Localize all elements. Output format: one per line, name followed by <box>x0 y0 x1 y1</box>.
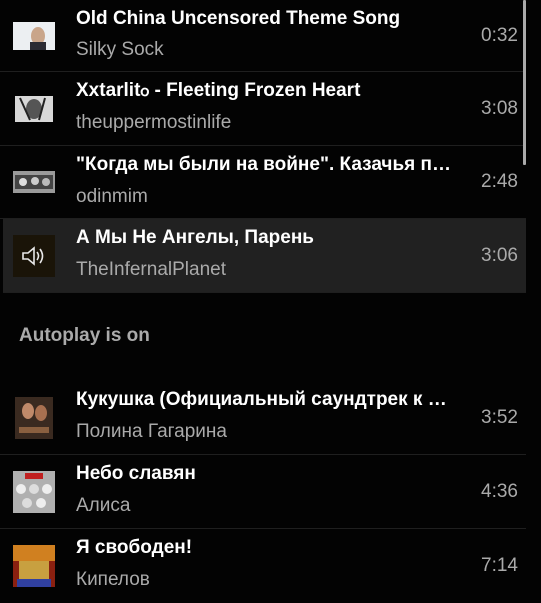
up-next-list: Old China Uncensored Theme Song Silky So… <box>0 0 530 603</box>
queue-item-title: "Когда мы были на войне". Казачья песня <box>76 154 451 175</box>
video-thumbnail <box>15 396 53 439</box>
queue-item-artist: theuppermostinlife <box>76 112 232 133</box>
queue-item-title: Old China Uncensored Theme Song <box>76 8 401 29</box>
queue-item-title: А Мы Не Ангелы, Парень <box>76 227 314 248</box>
queue-item-artist: odinmim <box>76 186 148 207</box>
autoplay-item-title: Небо славян <box>76 463 196 484</box>
autoplay-section-header: Autoplay is on <box>0 293 530 381</box>
queue-item-now-playing[interactable]: А Мы Не Ангелы, Парень TheInfernalPlanet… <box>3 219 526 293</box>
video-thumbnail <box>15 95 53 122</box>
video-thumbnail <box>13 470 55 513</box>
autoplay-item-duration: 4:36 <box>481 480 518 502</box>
queue-item-duration: 0:32 <box>481 24 518 46</box>
speaker-icon <box>13 235 55 277</box>
autoplay-item-artist: Полина Гагарина <box>76 421 227 442</box>
queue-item-duration: 2:48 <box>481 171 518 192</box>
queue-item-duration: 3:06 <box>481 244 518 266</box>
autoplay-item[interactable]: Кукушка (Официальный саундтрек к фильму)… <box>0 381 526 455</box>
autoplay-item[interactable]: Небо славян Алиса 4:36 <box>0 455 526 529</box>
queue-item-duration: 3:08 <box>481 97 518 119</box>
autoplay-item-artist: Кипелов <box>76 569 150 590</box>
video-thumbnail <box>13 545 55 587</box>
video-thumbnail <box>13 171 55 193</box>
autoplay-item-duration: 7:14 <box>481 555 518 576</box>
autoplay-item-artist: Алиса <box>76 495 131 516</box>
queue-item-artist: Silky Sock <box>76 39 164 60</box>
queue-item[interactable]: Xxtarlitჿ - Fleeting Frozen Heart theupp… <box>0 72 526 146</box>
queue-item[interactable]: "Когда мы были на войне". Казачья песня … <box>0 146 526 219</box>
queue-item-artist: TheInfernalPlanet <box>76 259 226 280</box>
scrollbar-thumb[interactable] <box>523 0 526 165</box>
autoplay-label: Autoplay is on <box>19 325 150 346</box>
queue-item[interactable]: Old China Uncensored Theme Song Silky So… <box>0 0 526 72</box>
video-thumbnail <box>13 22 55 50</box>
queue-item-title: Xxtarlitჿ - Fleeting Frozen Heart <box>76 80 361 101</box>
autoplay-item-duration: 3:52 <box>481 406 518 428</box>
autoplay-item-title: Кукушка (Официальный саундтрек к фильму) <box>76 389 451 410</box>
autoplay-item-title: Я свободен! <box>76 537 193 558</box>
video-thumbnail <box>13 234 55 277</box>
autoplay-item[interactable]: Я свободен! Кипелов 7:14 <box>0 529 526 603</box>
